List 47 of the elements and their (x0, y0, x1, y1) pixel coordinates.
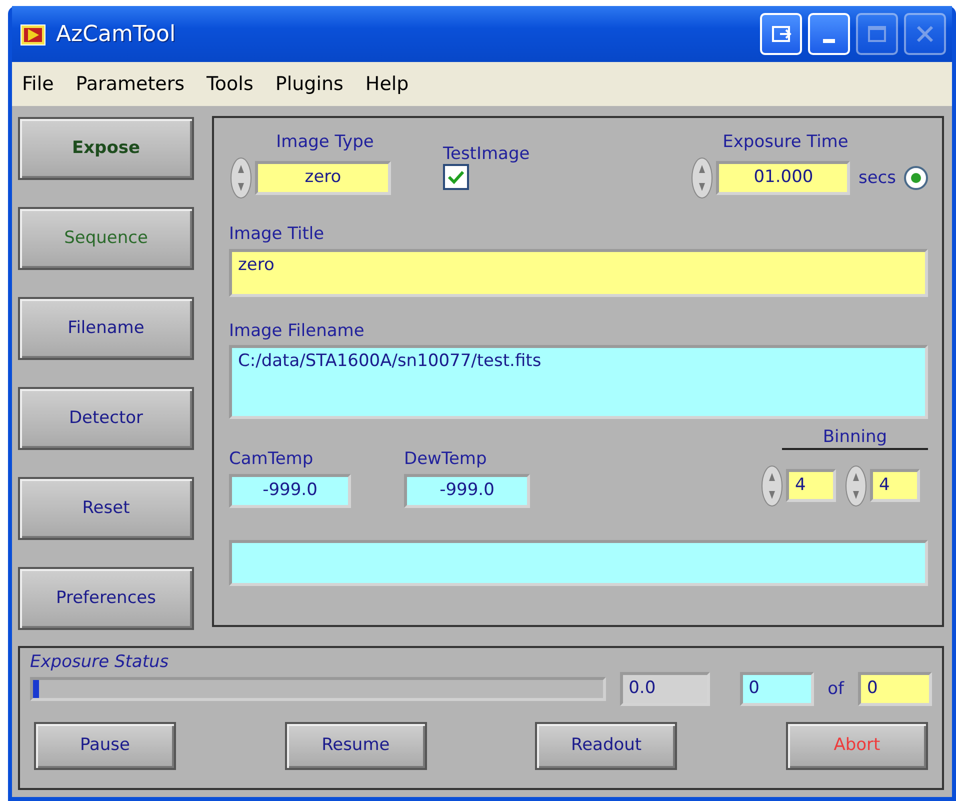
menu-item[interactable]: Tools (206, 70, 254, 98)
spinner-control[interactable] (760, 464, 784, 508)
check-icon (447, 169, 465, 186)
field-label: CamTemp (229, 449, 314, 470)
field-label: DewTemp (404, 449, 488, 470)
side-button[interactable]: Expose (18, 117, 194, 180)
minimize-button[interactable] (808, 13, 850, 55)
exposure-time-field[interactable]: 01.000 (716, 161, 850, 196)
side-button[interactable]: Preferences (18, 567, 194, 630)
menu-item[interactable]: Help (365, 70, 409, 98)
menu-item[interactable]: Parameters (76, 70, 185, 98)
radio-button[interactable] (904, 166, 928, 190)
binning-field[interactable]: 4 (870, 468, 920, 502)
menu-item[interactable]: Plugins (275, 70, 344, 98)
count-field: 0 (858, 672, 932, 706)
menu-item[interactable]: File (22, 70, 54, 98)
temperature-field: -999.0 (404, 474, 530, 508)
checkbox-label: TestImage (443, 144, 530, 164)
minimize-icon (823, 39, 835, 43)
side-button[interactable]: Detector (18, 387, 194, 450)
binning-label: Binning (782, 427, 928, 450)
field-label: Image Title (229, 224, 326, 245)
side-button[interactable]: Reset (18, 477, 194, 540)
spinner-control[interactable] (229, 156, 253, 200)
app-icon (20, 22, 46, 46)
field-label: Image Filename (229, 320, 366, 342)
field-label: Exposure Time (722, 132, 850, 152)
dock-button[interactable] (760, 13, 802, 55)
side-button[interactable]: Filename (18, 297, 194, 360)
binning-field[interactable]: 4 (786, 468, 836, 502)
elapsed-field: 0.0 (620, 672, 710, 706)
image-type-field[interactable]: zero (255, 161, 391, 196)
title-field[interactable]: zero (229, 248, 928, 297)
of-label: of (828, 679, 844, 700)
action-button[interactable]: Readout (535, 722, 678, 770)
action-button[interactable]: Resume (284, 722, 427, 770)
window-title: AzCamTool (56, 20, 177, 48)
unit-label: secs (858, 168, 896, 189)
action-button[interactable]: Pause (34, 722, 176, 770)
filename-field[interactable]: C:/data/STA1600A/sn10077/test.fits (229, 345, 928, 420)
checkbox[interactable] (443, 164, 469, 190)
field-label: Image Type (275, 132, 375, 152)
status-label: Exposure Status (30, 652, 170, 672)
spinner-control[interactable] (690, 156, 714, 200)
temperature-field: -999.0 (229, 474, 351, 508)
count-field: 0 (740, 672, 814, 706)
spinner-control[interactable] (844, 464, 868, 508)
